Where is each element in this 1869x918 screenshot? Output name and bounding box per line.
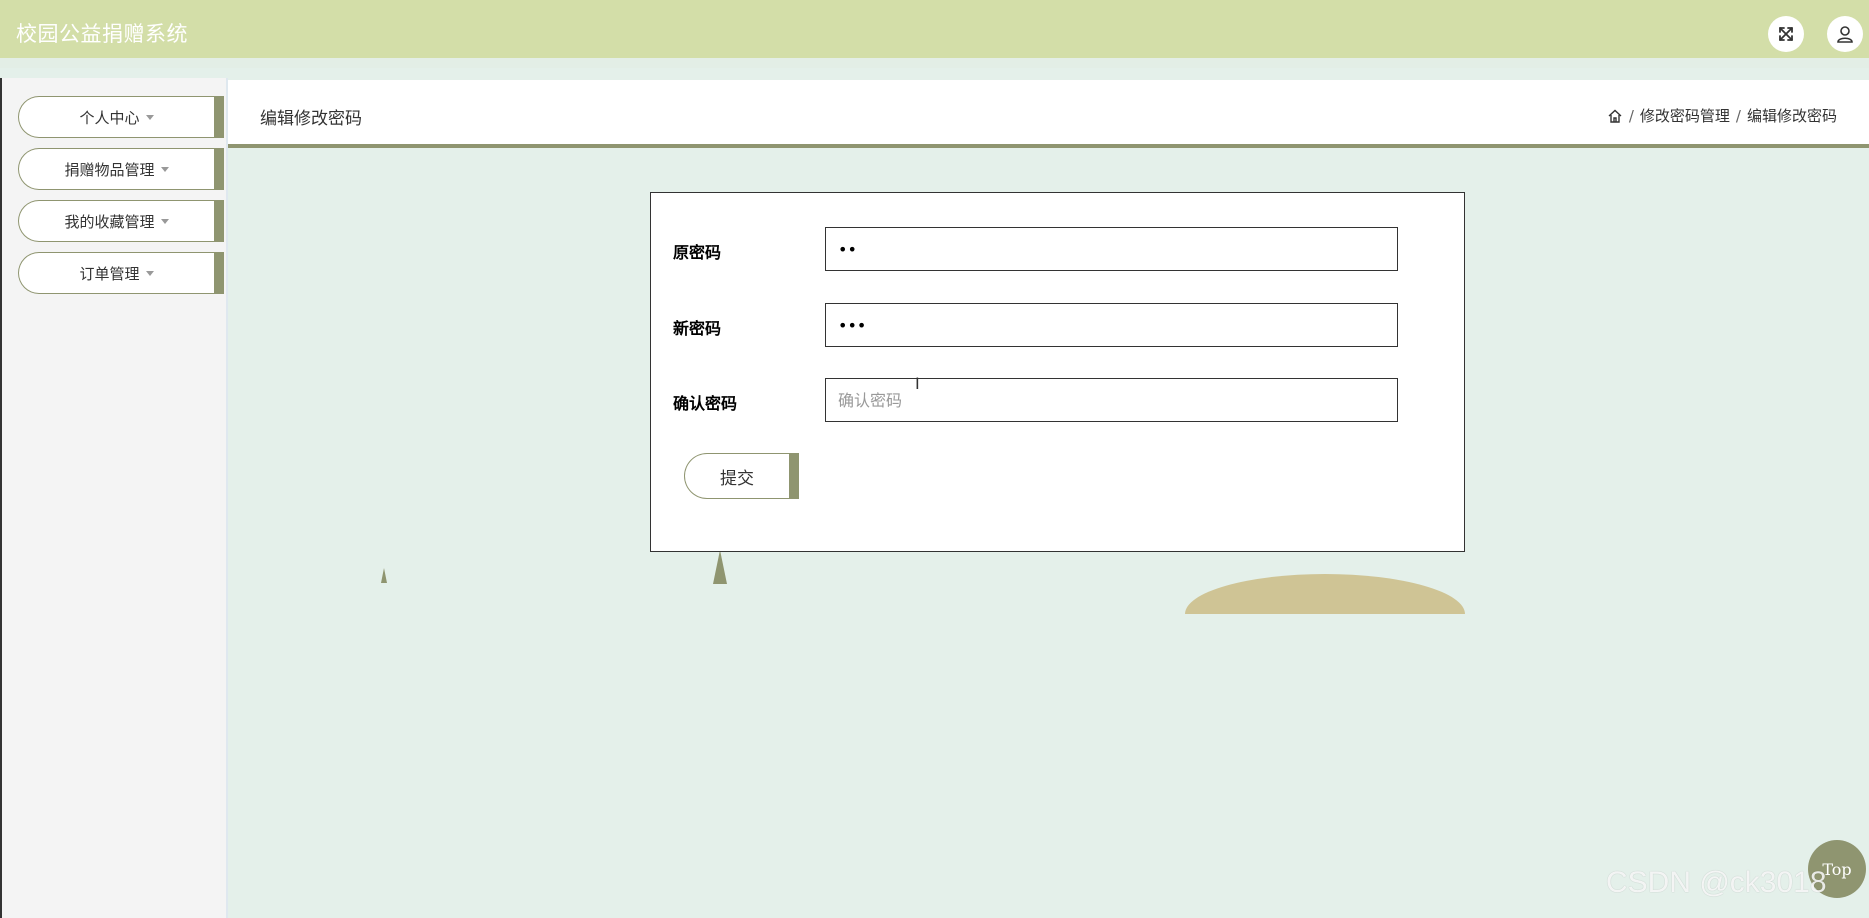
text-cursor-icon: I [915, 374, 920, 393]
breadcrumb-item[interactable]: 修改密码管理 [1640, 105, 1730, 126]
new-password-label: 新密码 [673, 319, 722, 338]
form-row-old-password: 原密码 [651, 227, 1464, 271]
sidebar-item-label: 个人中心 [79, 108, 140, 127]
confirm-password-input[interactable] [825, 378, 1398, 422]
fullscreen-button[interactable] [1768, 16, 1804, 52]
caret-down-icon [145, 270, 154, 276]
content-topbar: 编辑修改密码 / 修改密码管理 / 编辑修改密码 [228, 80, 1869, 148]
home-icon[interactable] [1607, 108, 1623, 124]
breadcrumb: / 修改密码管理 / 编辑修改密码 [1607, 105, 1837, 126]
fullscreen-icon [1779, 27, 1793, 41]
form-row-confirm-password: 确认密码 [651, 378, 1464, 422]
caret-down-icon [160, 166, 169, 172]
app-header: 校园公益捐赠系统 [0, 0, 1869, 68]
breadcrumb-separator: / [1628, 106, 1634, 125]
sidebar-item-favorites[interactable]: 我的收藏管理 [18, 200, 224, 242]
confirm-password-label: 确认密码 [673, 394, 738, 413]
decor-tree [381, 568, 387, 583]
new-password-input[interactable] [825, 303, 1398, 347]
sidebar-item-label: 我的收藏管理 [64, 212, 155, 231]
old-password-input[interactable] [825, 227, 1398, 271]
user-button[interactable] [1827, 16, 1863, 52]
app-title: 校园公益捐赠系统 [16, 22, 188, 46]
caret-down-icon [145, 114, 154, 120]
sidebar-item-orders[interactable]: 订单管理 [18, 252, 224, 294]
breadcrumb-separator: / [1735, 106, 1741, 125]
decor-tree [713, 550, 727, 584]
user-icon [1837, 26, 1853, 43]
sidebar: 个人中心 捐赠物品管理 我的收藏管理 订单管理 [0, 78, 228, 918]
caret-down-icon [160, 218, 169, 224]
breadcrumb-item: 编辑修改密码 [1746, 107, 1837, 125]
form-row-new-password: 新密码 [651, 303, 1464, 347]
watermark: CSDN @ck3018 [1606, 866, 1827, 899]
change-password-form: 原密码 新密码 确认密码 提交 [650, 192, 1465, 552]
submit-button[interactable]: 提交 [684, 453, 799, 499]
decor-hill [1185, 574, 1465, 614]
sidebar-item-label: 订单管理 [79, 264, 140, 283]
page-title: 编辑修改密码 [260, 109, 362, 129]
sidebar-item-label: 捐赠物品管理 [64, 160, 155, 179]
sidebar-item-personal-center[interactable]: 个人中心 [18, 96, 224, 138]
old-password-label: 原密码 [673, 243, 722, 262]
sidebar-item-donation-goods[interactable]: 捐赠物品管理 [18, 148, 224, 190]
